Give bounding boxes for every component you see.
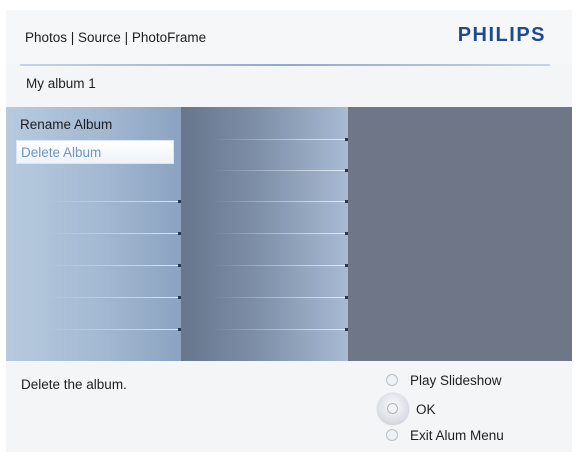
exit-album-menu-label: Exit Alum Menu bbox=[410, 427, 504, 443]
menu-slot-divider bbox=[46, 329, 181, 330]
circle-button-icon bbox=[386, 429, 398, 441]
submenu-column bbox=[181, 107, 348, 361]
slot-notch bbox=[345, 328, 348, 331]
slot-notch bbox=[345, 169, 348, 172]
circle-button-icon bbox=[386, 374, 398, 386]
menu-item-rename-album[interactable]: Rename Album bbox=[16, 113, 174, 137]
breadcrumb: Photos | Source | PhotoFrame bbox=[25, 30, 207, 45]
slot-notch bbox=[345, 200, 348, 203]
submenu-slot-divider bbox=[211, 139, 348, 140]
submenu-slot-divider bbox=[211, 265, 348, 266]
slot-notch bbox=[345, 264, 348, 267]
slot-notch bbox=[345, 138, 348, 141]
menu-slot-divider bbox=[46, 297, 181, 298]
photoframe-screen: Photos | Source | PhotoFrame PHILIPS My … bbox=[6, 10, 572, 452]
ok-dial-icon[interactable] bbox=[377, 393, 409, 425]
exit-album-menu-control[interactable]: Exit Alum Menu bbox=[386, 425, 504, 445]
philips-logo: PHILIPS bbox=[457, 24, 546, 46]
ok-label: OK bbox=[416, 401, 436, 417]
album-menu: Rename Album Delete Album bbox=[6, 107, 181, 361]
ok-center-icon bbox=[387, 403, 398, 414]
menu-stage: Rename Album Delete Album bbox=[6, 107, 572, 361]
submenu-slot-divider bbox=[211, 233, 348, 234]
header-bar: Photos | Source | PhotoFrame PHILIPS bbox=[6, 10, 572, 64]
menu-slot-divider bbox=[46, 265, 181, 266]
play-slideshow-control[interactable]: Play Slideshow bbox=[386, 370, 502, 390]
play-slideshow-label: Play Slideshow bbox=[410, 372, 502, 388]
slot-notch bbox=[345, 232, 348, 235]
album-title: My album 1 bbox=[26, 76, 96, 91]
submenu-slot-divider bbox=[211, 329, 348, 330]
submenu-slot-divider bbox=[211, 201, 348, 202]
footer-bar: Delete the album. Play Slideshow OK Exit… bbox=[6, 361, 572, 452]
menu-item-delete-album[interactable]: Delete Album bbox=[16, 140, 174, 164]
slot-notch bbox=[345, 296, 348, 299]
submenu-slot-divider bbox=[211, 297, 348, 298]
submenu-slot-divider bbox=[211, 170, 348, 171]
menu-slot-divider bbox=[46, 233, 181, 234]
header-divider bbox=[20, 64, 550, 66]
menu-slot-divider bbox=[46, 201, 181, 202]
ok-control[interactable]: OK bbox=[416, 399, 436, 419]
help-text: Delete the album. bbox=[21, 377, 127, 392]
